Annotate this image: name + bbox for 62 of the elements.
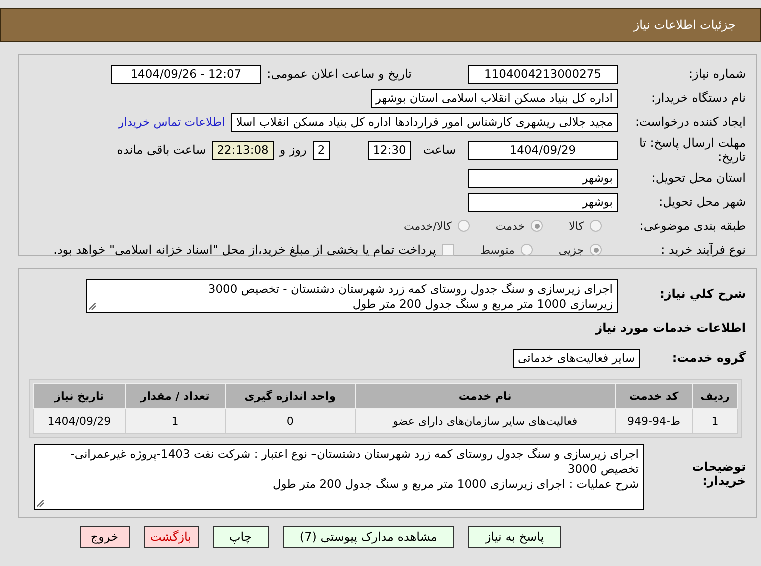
option-label: جزیی [558, 244, 584, 256]
radio-button[interactable] [590, 220, 602, 232]
column-header: نام خدمت [356, 384, 616, 408]
action-button[interactable]: خروج [80, 526, 130, 548]
contact-link[interactable]: اطلاعات تماس خریدار [118, 115, 226, 129]
field-label: ایجاد کننده درخواست: [634, 115, 746, 129]
action-button[interactable]: بازگشت [144, 526, 198, 548]
radio-button[interactable] [458, 220, 470, 232]
column-header: کد خدمت [615, 384, 693, 408]
table-cell: 1 [692, 408, 738, 434]
text-field[interactable]: 2 [312, 140, 330, 160]
checkbox[interactable] [442, 244, 454, 256]
checkbox-label: پرداخت تمام یا بخشی از مبلغ خرید،از محل "اسناد خزانه اسلامی" خواهد بود. [54, 243, 436, 257]
action-button[interactable]: مشاهده مدارک پیوستی (7) [282, 526, 454, 548]
field-label: تاریخ و ساعت اعلان عمومی: [267, 67, 412, 81]
text-field[interactable]: سایر فعالیت‌های خدماتی [513, 348, 640, 368]
table-cell: 0 [225, 408, 356, 434]
action-button[interactable]: چاپ [212, 526, 269, 548]
table-cell: 1404/09/29 [34, 408, 126, 434]
option-label: کالا [569, 220, 584, 232]
column-header: تاریخ نیاز [34, 384, 126, 408]
option-label: خدمت [496, 220, 526, 232]
text-field[interactable]: بوشهر [468, 192, 618, 212]
field-label: مهلت ارسال پاسخ: تا تاریخ: [638, 136, 746, 164]
column-header: تعداد / مقدار [125, 384, 226, 408]
radio-button[interactable] [590, 244, 602, 256]
radio-button[interactable] [520, 244, 533, 256]
text-field[interactable]: مجید جلالی ریشهری کارشناس امور قراردادها اداره کل بنیاد مسکن انقلاب اسلا [231, 112, 618, 132]
field-label: شرح کلي نیاز: [659, 286, 746, 301]
column-header: واحد اندازه گیری [225, 384, 356, 408]
text-field[interactable]: 22:13:08 [212, 140, 274, 160]
text-field[interactable]: 1404/09/26 - 12:07 [111, 64, 262, 84]
page-header: جزئیات اطلاعات نیاز [0, 8, 761, 42]
resize-grip-icon[interactable] [89, 303, 96, 310]
section-heading: اطلاعات خدمات مورد نیاز [596, 321, 746, 335]
field-label: ساعت باقی مانده [117, 143, 206, 157]
description-box[interactable]: اجرای زیرسازی و سنگ جدول روستای کمه زرد شهرستان دشتستان - تخصیص 3000 زیرسازی 1000 متر مربع و سنگ جدول 200 متر طول [86, 279, 618, 313]
column-header: ردیف [692, 384, 738, 408]
field-label: شهر محل تحویل: [658, 195, 746, 209]
option-label: متوسط [480, 244, 515, 256]
field-label: استان محل تحویل: [650, 171, 746, 185]
field-label: طبقه بندی موضوعی: [638, 219, 746, 233]
table-cell: فعالیت‌های سایر سازمان‌های دارای عضو [356, 408, 616, 434]
field-label: توضیحات خریدار: [691, 459, 746, 488]
text-field[interactable]: 1104004213000275 [468, 64, 618, 84]
table-cell: 1 [125, 408, 226, 434]
field-label: روز و [280, 143, 307, 157]
action-button[interactable]: پاسخ به نیاز [468, 526, 562, 548]
text-field[interactable]: اداره کل بنیاد مسکن انقلاب اسلامی استان بوشهر [370, 88, 618, 108]
field-label: شماره نیاز: [688, 67, 746, 81]
text-field[interactable]: 12:30 [368, 140, 412, 160]
field-label: گروه خدمت: [671, 351, 746, 365]
table-cell: ط-94-949 [615, 408, 693, 434]
text-field[interactable]: بوشهر [468, 168, 618, 188]
notes-box[interactable]: اجرای زیرسازی و سنگ جدول روستای کمه زرد شهرستان دشتستان– نوع اعتبار : شرکت نفت 1403-پروژه غیرعمرانی-تخصیص 3000 شرح عملیات : اجرای زیرسازی 1000 متر مربع و سنگ جدول 200 متر طول [34, 444, 644, 510]
text-field[interactable]: 1404/09/29 [468, 140, 618, 160]
field-label: نام دستگاه خریدار: [650, 91, 746, 105]
resize-grip-icon[interactable] [37, 500, 44, 507]
field-label: ساعت [423, 143, 456, 157]
radio-button[interactable] [531, 220, 544, 232]
field-label: نوع فرآیند خرید : [660, 243, 746, 257]
option-label: کالا/خدمت [404, 220, 452, 232]
